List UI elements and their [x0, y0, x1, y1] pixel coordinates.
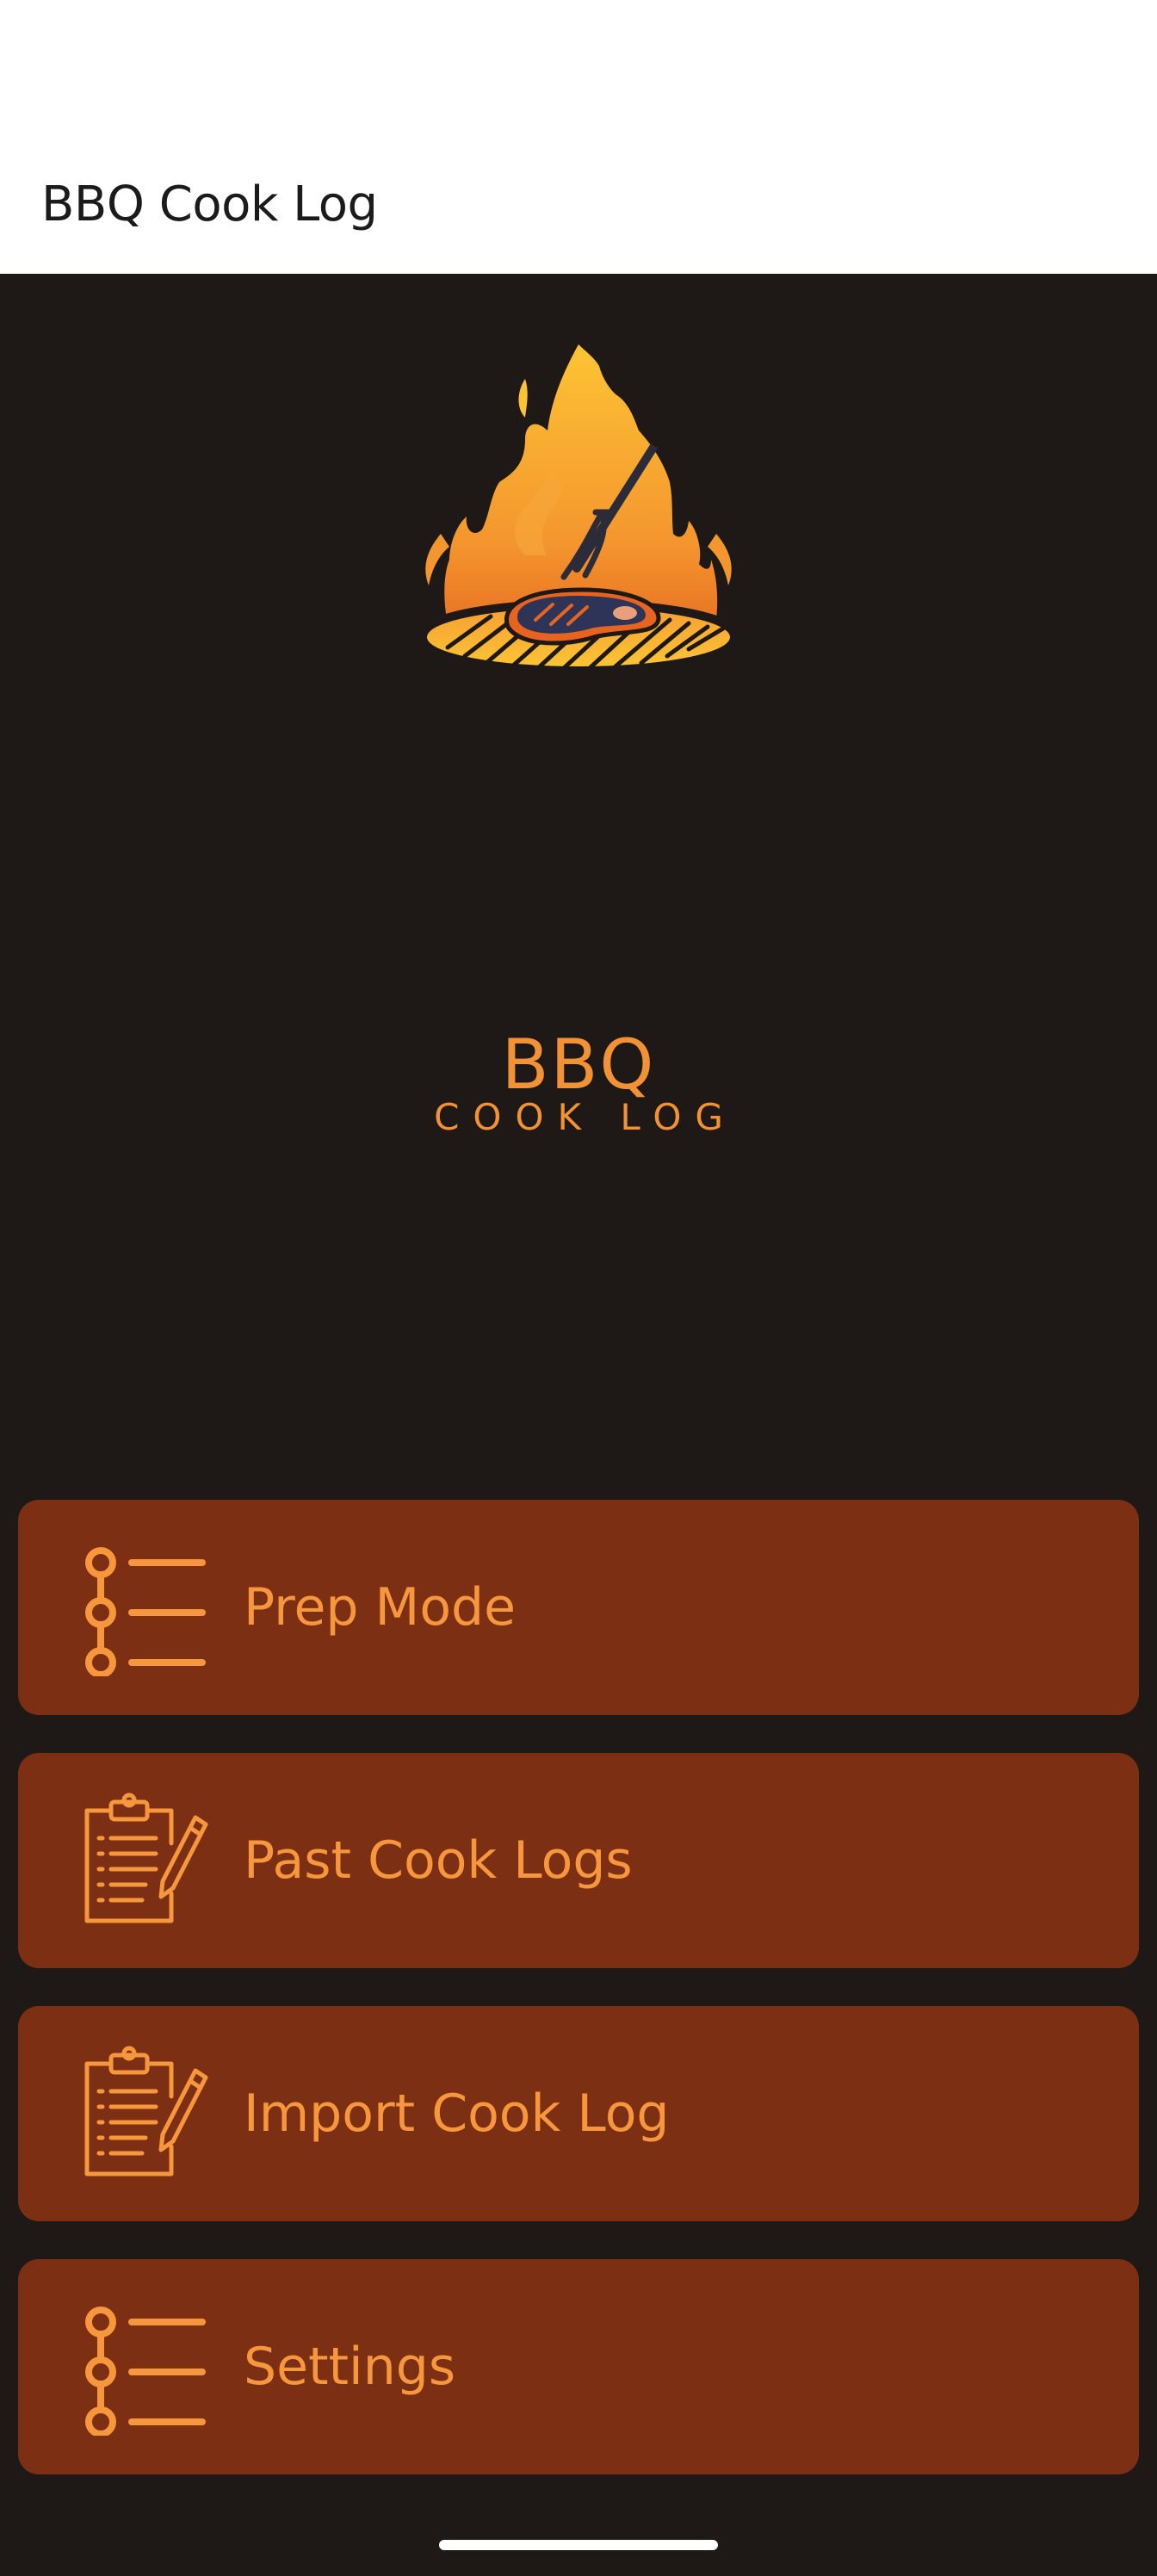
clipboard-pencil-icon: [84, 2046, 208, 2177]
clipboard-pencil-icon: [84, 1793, 208, 1923]
checklist-icon: [85, 2307, 206, 2436]
import-cook-log-label: Import Cook Log: [244, 2084, 670, 2144]
settings-label: Settings: [244, 2337, 456, 2397]
checklist-icon: [85, 1547, 206, 1676]
past-cook-logs-label: Past Cook Logs: [244, 1830, 633, 1891]
logo-title: BBQ: [501, 1025, 656, 1105]
import-cook-log-button[interactable]: Import Cook Log: [18, 2006, 1139, 2221]
past-cook-logs-button[interactable]: Past Cook Logs: [18, 1753, 1139, 1968]
app-title: BBQ Cook Log: [41, 176, 378, 232]
home-indicator[interactable]: [439, 2540, 718, 2550]
app-bar: BBQ Cook Log: [0, 0, 1157, 274]
flame-grill-steak-logo: [411, 344, 746, 706]
prep-mode-button[interactable]: Prep Mode: [18, 1500, 1139, 1715]
prep-mode-label: Prep Mode: [244, 1577, 517, 1638]
settings-button[interactable]: Settings: [18, 2259, 1139, 2474]
logo-subtitle: COOK LOG: [434, 1096, 737, 1138]
